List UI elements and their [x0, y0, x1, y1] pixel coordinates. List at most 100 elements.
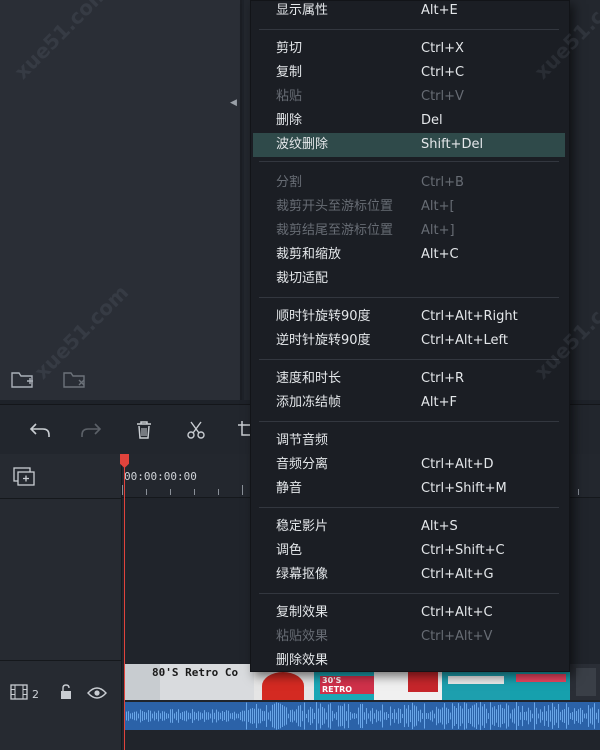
waveform-bar [486, 708, 487, 724]
waveform-bar [342, 706, 343, 726]
waveform-bar [566, 703, 567, 729]
waveform-bar [220, 712, 221, 720]
menu-item[interactable]: 稳定影片 Alt+S [253, 515, 565, 539]
waveform-bar [380, 710, 381, 722]
waveform-bar [564, 708, 565, 724]
menu-item[interactable]: 逆时针旋转90度 Ctrl+Alt+Left [253, 329, 565, 353]
menu-item-label: 显示属性 [276, 3, 329, 18]
undo-icon[interactable] [27, 417, 53, 443]
trash-icon[interactable] [131, 417, 157, 443]
menu-item: 分割 Ctrl+B [253, 171, 565, 195]
waveform-bar [522, 705, 523, 727]
waveform-bar [472, 705, 473, 727]
folder-plus-icon[interactable] [10, 368, 36, 390]
menu-item-label: 剪切 [276, 41, 303, 56]
eye-icon[interactable] [87, 685, 107, 704]
waveform-bar [532, 713, 533, 719]
menu-item[interactable]: 剪切 Ctrl+X [253, 37, 565, 61]
track-header-column: 2 [0, 454, 122, 750]
waveform-bar [504, 708, 505, 724]
redo-icon[interactable] [78, 417, 104, 443]
menu-item-shortcut: Alt+] [421, 223, 455, 238]
waveform-bar [216, 709, 217, 723]
waveform-bar [326, 712, 327, 720]
menu-item[interactable]: 删除 Del [253, 109, 565, 133]
lock-icon[interactable] [59, 684, 73, 704]
waveform-bar [396, 712, 397, 720]
menu-item[interactable]: 音频分离 Ctrl+Alt+D [253, 453, 565, 477]
menu-item-label: 删除 [276, 113, 303, 128]
collapse-arrow-icon[interactable]: ◀ [230, 98, 237, 108]
menu-item[interactable]: 删除效果 [253, 649, 565, 673]
clip-title: 80'S Retro Co [152, 666, 239, 679]
waveform-bar [294, 711, 295, 721]
waveform-bar [490, 702, 491, 730]
waveform-bar [354, 713, 355, 719]
track-divider [0, 660, 122, 661]
menu-item[interactable]: 添加冻结帧 Alt+F [253, 391, 565, 415]
waveform-bar [272, 704, 273, 728]
waveform-bar [372, 708, 373, 724]
menu-item-shortcut: Ctrl+Shift+M [421, 481, 507, 496]
waveform-bar [454, 706, 455, 726]
playhead-line[interactable] [124, 454, 125, 750]
waveform-bar [542, 711, 543, 721]
menu-item[interactable]: 调色 Ctrl+Shift+C [253, 539, 565, 563]
menu-item-shortcut: Ctrl+C [421, 65, 465, 80]
waveform-bar [190, 713, 191, 719]
menu-item[interactable]: 显示属性 Alt+E [253, 0, 565, 23]
menu-item[interactable]: 速度和时长 Ctrl+R [253, 367, 565, 391]
waveform-bar [362, 703, 363, 729]
waveform-bar [480, 702, 481, 730]
waveform-bar [466, 703, 467, 729]
menu-item[interactable]: 裁切适配 [253, 267, 565, 291]
waveform-bar [234, 711, 235, 721]
waveform-bar [412, 702, 413, 730]
menu-item-shortcut: Ctrl+Alt+D [421, 457, 494, 472]
waveform-bar [572, 712, 573, 720]
audio-waveform[interactable] [124, 702, 600, 730]
waveform-bar [262, 710, 263, 722]
waveform-bar [356, 713, 357, 719]
waveform-bar [346, 711, 347, 721]
menu-item[interactable]: 绿幕抠像 Ctrl+Alt+G [253, 563, 565, 587]
menu-item-label: 复制效果 [276, 605, 329, 620]
scissors-icon[interactable] [183, 417, 209, 443]
waveform-bar [416, 706, 417, 726]
waveform-bar [336, 712, 337, 720]
waveform-bar [128, 711, 129, 721]
menu-item[interactable]: 复制 Ctrl+C [253, 61, 565, 85]
menu-separator [259, 507, 559, 508]
add-track-icon[interactable] [12, 466, 38, 488]
folder-x-icon[interactable] [62, 368, 88, 390]
menu-item-label: 删除效果 [276, 653, 329, 668]
waveform-bar [582, 710, 583, 722]
waveform-bar [370, 710, 371, 722]
menu-item[interactable]: 波纹删除 Shift+Del [253, 133, 565, 157]
waveform-bar [168, 713, 169, 719]
waveform-bar [162, 711, 163, 721]
waveform-bar [536, 707, 537, 725]
waveform-bar [394, 709, 395, 723]
waveform-bar [584, 713, 585, 719]
waveform-bar [492, 707, 493, 725]
menu-item[interactable]: 调节音频 [253, 429, 565, 453]
waveform-bar [126, 711, 127, 721]
waveform-bar [558, 704, 559, 728]
waveform-bar [274, 703, 275, 729]
waveform-bar [484, 704, 485, 728]
menu-item-shortcut: Ctrl+B [421, 175, 464, 190]
menu-item-shortcut: Ctrl+R [421, 371, 465, 386]
menu-item: 裁剪结尾至游标位置 Alt+] [253, 219, 565, 243]
menu-item[interactable]: 裁剪和缩放 Alt+C [253, 243, 565, 267]
menu-item-label: 裁剪结尾至游标位置 [276, 223, 394, 238]
menu-item: 裁剪开头至游标位置 Alt+[ [253, 195, 565, 219]
waveform-bar [428, 713, 429, 719]
menu-separator [259, 359, 559, 360]
menu-item-label: 调色 [276, 543, 303, 558]
menu-item[interactable]: 顺时针旋转90度 Ctrl+Alt+Right [253, 305, 565, 329]
menu-item[interactable]: 复制效果 Ctrl+Alt+C [253, 601, 565, 625]
waveform-bar [338, 705, 339, 727]
menu-item[interactable]: 静音 Ctrl+Shift+M [253, 477, 565, 501]
waveform-bar [310, 706, 311, 726]
